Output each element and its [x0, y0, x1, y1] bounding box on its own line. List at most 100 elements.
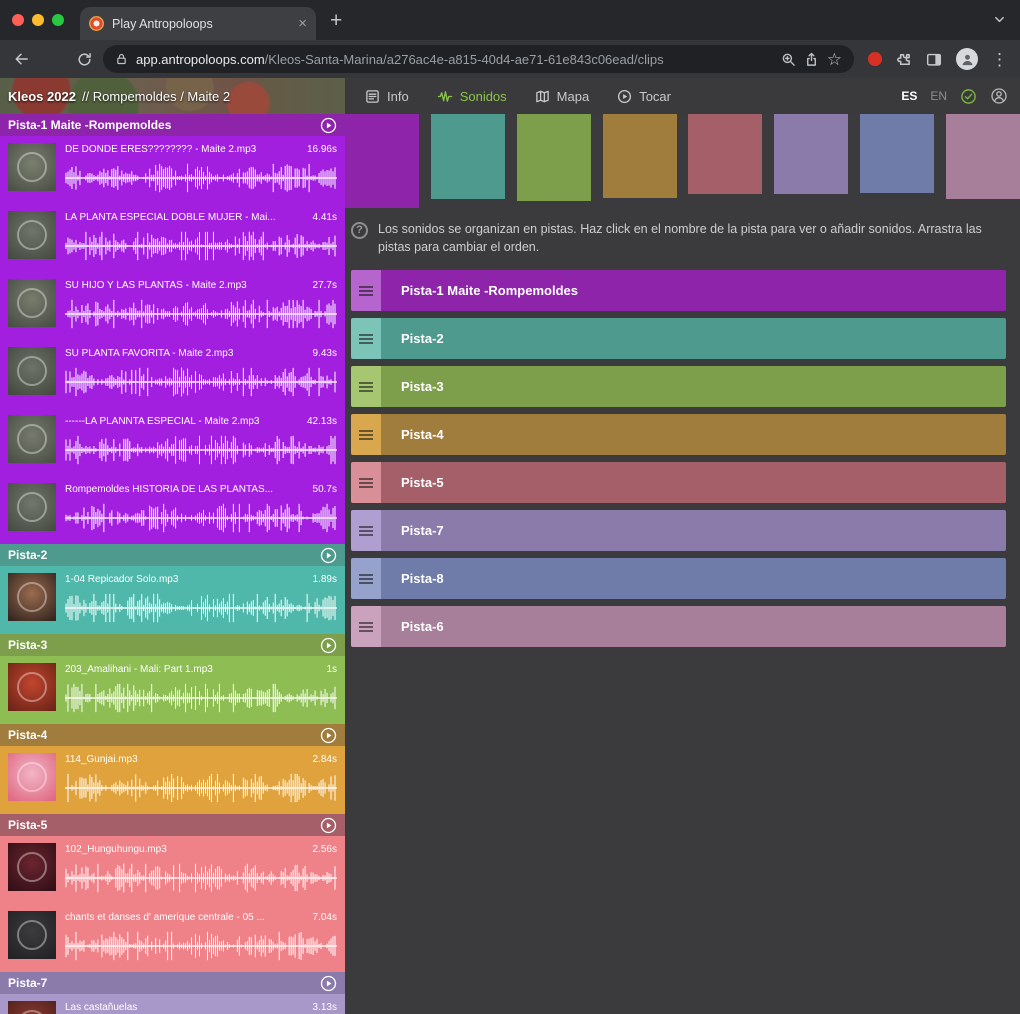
sidebar-track-header[interactable]: Pista-7 — [0, 972, 345, 994]
clip-waveform[interactable] — [65, 772, 337, 804]
account-icon[interactable] — [990, 87, 1008, 105]
clip-body: chants et danses d' amerique centrale - … — [65, 911, 337, 968]
clip-waveform[interactable] — [65, 682, 337, 714]
clip-label-row: SU HIJO Y LAS PLANTAS - Maite 2.mp327.7s — [65, 279, 337, 293]
clip-item[interactable]: 203_Amalihani - Mali: Part 1.mp31s — [0, 656, 345, 724]
sidebar-track-header[interactable]: Pista-5 — [0, 814, 345, 836]
browser-tab[interactable]: Play Antropoloops × — [80, 7, 316, 40]
clip-waveform[interactable] — [65, 162, 337, 194]
clip-item[interactable]: LA PLANTA ESPECIAL DOBLE MUJER - Mai...4… — [0, 204, 345, 272]
clip-item[interactable]: 114_Gunjai.mp32.84s — [0, 746, 345, 814]
track-play-button[interactable] — [320, 727, 337, 744]
clip-item[interactable]: Las castañuelas3.13s — [0, 994, 345, 1014]
clip-title: LA PLANTA ESPECIAL DOBLE MUJER - Mai... — [65, 211, 276, 225]
track-play-button[interactable] — [320, 817, 337, 834]
track-row[interactable]: Pista-5 — [351, 462, 1006, 503]
sidebar-track-header[interactable]: Pista-4 — [0, 724, 345, 746]
nav-sonidos[interactable]: Sonidos — [437, 89, 507, 104]
track-color-tile[interactable] — [860, 114, 934, 193]
clip-item[interactable]: Rompemoldes HISTORIA DE LAS PLANTAS...50… — [0, 476, 345, 544]
tab-close-icon[interactable]: × — [298, 16, 307, 31]
loop-ring-icon — [17, 582, 47, 612]
drag-handle[interactable] — [351, 366, 381, 407]
sidebar-track-header[interactable]: Pista-1 Maite -Rompemoldes — [0, 114, 345, 136]
drag-handle[interactable] — [351, 270, 381, 311]
lang-en-button[interactable]: EN — [930, 89, 947, 103]
clip-waveform[interactable] — [65, 862, 337, 894]
track-row[interactable]: Pista-6 — [351, 606, 1006, 647]
window-zoom-button[interactable] — [52, 14, 64, 26]
clip-thumbnail — [8, 415, 56, 463]
app-nav: Info Sonidos Mapa Tocar — [365, 89, 671, 104]
back-button[interactable] — [12, 50, 30, 68]
profile-avatar[interactable] — [956, 48, 978, 70]
clip-item[interactable]: SU HIJO Y LAS PLANTAS - Maite 2.mp327.7s — [0, 272, 345, 340]
sidebar-track-header[interactable]: Pista-3 — [0, 634, 345, 656]
sync-check-icon[interactable] — [960, 88, 977, 105]
clip-thumbnail — [8, 347, 56, 395]
clip-waveform[interactable] — [65, 592, 337, 624]
track-play-button[interactable] — [320, 637, 337, 654]
drag-handle[interactable] — [351, 510, 381, 551]
clip-item[interactable]: chants et danses d' amerique centrale - … — [0, 904, 345, 972]
track-color-tile[interactable] — [946, 114, 1020, 199]
clip-label-row: 1-04 Repicador Solo.mp31.89s — [65, 573, 337, 587]
address-bar[interactable]: app.antropoloops.com/Kleos-Santa-Marina/… — [103, 45, 854, 73]
clip-duration: 7.04s — [313, 911, 337, 925]
loop-ring-icon — [17, 492, 47, 522]
track-color-tile[interactable] — [431, 114, 505, 199]
share-icon[interactable] — [804, 52, 819, 67]
track-color-tile[interactable] — [603, 114, 677, 198]
sidebar-track-header[interactable]: Pista-2 — [0, 544, 345, 566]
drag-handle[interactable] — [351, 606, 381, 647]
track-color-tile[interactable] — [774, 114, 848, 194]
drag-handle[interactable] — [351, 558, 381, 599]
clip-waveform[interactable] — [65, 366, 337, 398]
lang-es-button[interactable]: ES — [901, 89, 917, 103]
window-minimize-button[interactable] — [32, 14, 44, 26]
drag-handle[interactable] — [351, 414, 381, 455]
tab-search-chevron-icon[interactable] — [993, 13, 1006, 26]
clip-item[interactable]: SU PLANTA FAVORITA - Maite 2.mp39.43s — [0, 340, 345, 408]
browser-menu-icon[interactable]: ⋮ — [991, 51, 1008, 68]
clip-waveform[interactable] — [65, 298, 337, 330]
drag-handle-icon — [359, 526, 373, 536]
clip-title: 1-04 Repicador Solo.mp3 — [65, 573, 178, 587]
track-color-tile[interactable] — [517, 114, 591, 201]
reload-button[interactable] — [76, 51, 93, 68]
window-close-button[interactable] — [12, 14, 24, 26]
clip-waveform[interactable] — [65, 502, 337, 534]
track-row[interactable]: Pista-8 — [351, 558, 1006, 599]
track-play-button[interactable] — [320, 547, 337, 564]
clip-waveform[interactable] — [65, 930, 337, 962]
clip-title: ------LA PLANNTA ESPECIAL - Maite 2.mp3 — [65, 415, 260, 429]
track-color-tile[interactable] — [345, 114, 419, 208]
track-play-button[interactable] — [320, 975, 337, 992]
track-row[interactable]: Pista-4 — [351, 414, 1006, 455]
clip-item[interactable]: DE DONDE ERES???????? - Maite 2.mp316.96… — [0, 136, 345, 204]
clip-waveform[interactable] — [65, 434, 337, 466]
clip-item[interactable]: 1-04 Repicador Solo.mp31.89s — [0, 566, 345, 634]
track-row[interactable]: Pista-3 — [351, 366, 1006, 407]
nav-mapa[interactable]: Mapa — [535, 89, 590, 104]
clip-item[interactable]: 102_Hunguhungu.mp32.56s — [0, 836, 345, 904]
breadcrumb[interactable]: Kleos 2022 // Rompemoldes / Maite 2 — [0, 78, 345, 114]
new-tab-button[interactable]: + — [330, 10, 342, 31]
side-panel-icon[interactable] — [925, 51, 943, 68]
nav-tocar[interactable]: Tocar — [617, 89, 671, 104]
nav-info[interactable]: Info — [365, 89, 409, 104]
url-path: /Kleos-Santa-Marina/a276ac4e-a815-40d4-a… — [265, 52, 664, 67]
extensions-puzzle-icon[interactable] — [895, 51, 912, 68]
track-row[interactable]: Pista-2 — [351, 318, 1006, 359]
zoom-icon[interactable] — [781, 52, 796, 67]
track-row[interactable]: Pista-7 — [351, 510, 1006, 551]
recording-extension-icon[interactable] — [868, 52, 882, 66]
track-row[interactable]: Pista-1 Maite -Rompemoldes — [351, 270, 1006, 311]
bookmark-star-icon[interactable]: ☆ — [827, 51, 842, 68]
clip-waveform[interactable] — [65, 230, 337, 262]
track-play-button[interactable] — [320, 117, 337, 134]
track-color-tile[interactable] — [688, 114, 762, 194]
drag-handle[interactable] — [351, 318, 381, 359]
clip-item[interactable]: ------LA PLANNTA ESPECIAL - Maite 2.mp34… — [0, 408, 345, 476]
drag-handle[interactable] — [351, 462, 381, 503]
